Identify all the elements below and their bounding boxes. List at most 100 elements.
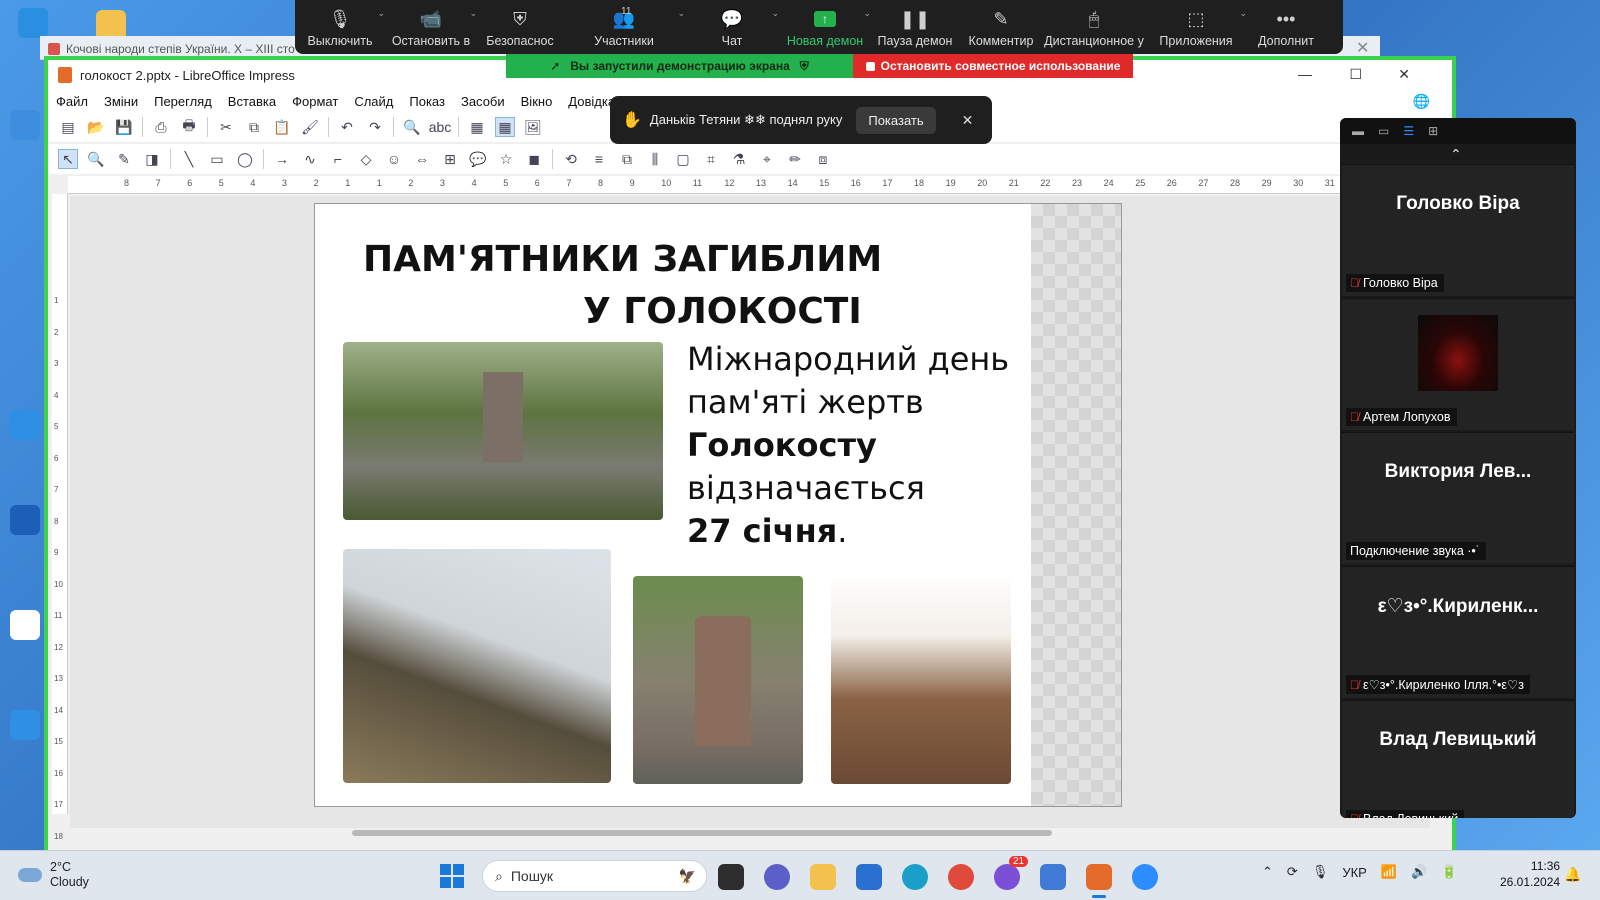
language-indicator[interactable]: УКР [1342,865,1367,880]
sculpture-photo[interactable] [343,549,611,783]
menu-item-file[interactable]: Файл [56,94,88,109]
align-icon[interactable]: ≡ [589,149,609,169]
clone-format-icon[interactable]: 🖌 [300,117,320,137]
menu-item-tools[interactable]: Засоби [461,94,505,109]
weather-widget[interactable]: 2°C Cloudy [18,860,89,890]
more-button[interactable]: ••• Дополнит [1247,0,1325,54]
menu-item-format[interactable]: Формат [292,94,338,109]
menu-item-insert[interactable]: Вставка [228,94,276,109]
line-color-icon[interactable]: ✎ [114,149,134,169]
arrange-icon[interactable]: ⧉ [617,149,637,169]
close-button[interactable]: ✕ [1398,66,1410,83]
participant-tile[interactable]: 🎙̸ Артем Лопухов [1342,298,1574,430]
chevron-down-icon[interactable]: ⌄ [377,8,385,19]
chevron-down-icon[interactable]: ⌄ [771,8,779,19]
app-desktop-icon[interactable] [10,505,40,535]
chevron-up-icon[interactable]: ⌃ [1450,146,1462,163]
spelling-icon[interactable]: abc [429,117,452,137]
wifi-icon[interactable]: 📶 [1381,864,1397,880]
select-icon[interactable]: ↖ [58,149,78,169]
browser-tab[interactable]: Кочові народи степів України. Х – XIII с… [48,40,295,58]
crop-icon[interactable]: ⌗ [701,149,721,169]
menu-item-help[interactable]: Довідка [568,94,615,109]
toggle-extrusion-icon[interactable]: ⧈ [813,149,833,169]
horizontal-scrollbar[interactable] [352,830,1052,836]
mouse-button[interactable]: 🖱 Дистанционное у [1043,0,1145,54]
participant-tile[interactable]: Головко Віра 🎙̸ Головко Віра [1342,164,1574,296]
clock[interactable]: 11:36 26.01.2024 [1500,858,1560,890]
shield-button[interactable]: ⛨ Безопаснос [477,0,563,54]
edge-icon[interactable] [902,864,928,890]
maximize-button[interactable]: ☐ [1349,66,1362,83]
print-icon[interactable]: 🖶 [179,117,199,137]
strip-view-icon[interactable]: ☰ [1403,124,1414,138]
impress-icon[interactable] [1086,864,1112,898]
undo-icon[interactable]: ↶ [337,117,357,137]
redo-icon[interactable]: ↷ [365,117,385,137]
chevron-down-icon[interactable]: ⌄ [1239,8,1247,19]
rectangle-icon[interactable]: ▭ [207,149,227,169]
participant-tile[interactable]: Виктория Лев... Подключение звука ·•˙ [1342,432,1574,564]
app-desktop-icon[interactable] [10,610,40,640]
chevron-down-icon[interactable]: ⌄ [469,8,477,19]
rotate-icon[interactable]: ⟲ [561,149,581,169]
slide-body-text[interactable]: Міжнародний день пам'яті жертв Голокосту… [687,338,1009,553]
curve-icon[interactable]: ∿ [300,149,320,169]
share-screen-button[interactable]: ↑ ⌄ Новая демон [779,0,871,54]
task-view-icon[interactable] [718,864,744,890]
chrome-icon[interactable] [948,864,974,890]
participant-tile[interactable]: ε♡з•°.Кириленк... 🎙̸ ε♡з•°.Кириленко Ілля.… [1342,566,1574,698]
callouts-icon[interactable]: 💬 [468,149,488,169]
menu-item-window[interactable]: Вікно [521,94,553,109]
monument-photo[interactable] [343,342,663,520]
points-icon[interactable]: ⌖ [757,149,777,169]
chevron-down-icon[interactable]: ⌄ [677,8,685,19]
fill-color-icon[interactable]: ◨ [142,149,162,169]
chat-button[interactable]: 💬 ⌄ Чат [685,0,779,54]
notification-bell-icon[interactable]: 🔔 [1564,866,1581,883]
table-icon[interactable]: ▦ [467,117,487,137]
slide-canvas[interactable]: ПАМ'ЯТНИКИ ЗАГИБЛИМ У ГОЛОКОСТІ Міжнарод… [314,203,1122,807]
minimize-view-icon[interactable]: ▬ [1352,124,1364,138]
open-icon[interactable]: 📂 [86,117,106,137]
save-icon[interactable]: 💾 [114,117,134,137]
viber-icon[interactable] [994,864,1020,890]
sync-icon[interactable]: ⟳ [1287,864,1298,880]
writer-icon[interactable] [1040,864,1066,890]
app-desktop-icon[interactable] [10,710,40,740]
pen-button[interactable]: ✎ Комментир [959,0,1043,54]
cut-icon[interactable]: ✂ [216,117,236,137]
apps-button[interactable]: ⬚ ⌄ Приложения [1145,0,1247,54]
microphone-icon[interactable]: 🎙 [1312,864,1329,880]
app-desktop-icon[interactable] [10,410,40,440]
slide-title[interactable]: ПАМ'ЯТНИКИ ЗАГИБЛИМ У ГОЛОКОСТІ [363,234,882,338]
teams-chat-icon[interactable] [764,864,790,890]
line-icon[interactable]: ╲ [179,149,199,169]
start-button[interactable] [440,864,464,888]
file-explorer-icon[interactable] [810,864,836,890]
chevron-up-icon[interactable]: ⌃ [1262,864,1273,880]
bronze-statue-photo[interactable] [831,572,1011,784]
minimize-button[interactable]: — [1298,66,1312,82]
participants-button[interactable]: 👥 11 ⌄ Участники [563,0,685,54]
symbol-shapes-icon[interactable]: ☺ [384,149,404,169]
zoom-icon[interactable] [1132,864,1158,890]
chevron-down-icon[interactable]: ⌄ [863,8,871,19]
speaker-view-icon[interactable]: ▭ [1378,124,1389,138]
show-button[interactable]: Показать [856,106,936,134]
flowchart-icon[interactable]: ⊞ [440,149,460,169]
stop-share-button[interactable]: Остановить совместное использование [853,54,1133,78]
battery-icon[interactable]: 🔋 [1441,864,1457,880]
glue-points-icon[interactable]: ✏ [785,149,805,169]
microphone-button[interactable]: 🎙 ⌄ Выключить [295,0,385,54]
store-icon[interactable] [856,864,882,890]
menu-item-edit[interactable]: Зміни [104,94,138,109]
stars-icon[interactable]: ☆ [496,149,516,169]
distribute-icon[interactable]: ⫼ [645,149,665,169]
export-pdf-icon[interactable]: ⎙ [151,117,171,137]
basic-shapes-icon[interactable]: ◇ [356,149,376,169]
close-icon[interactable]: ✕ [962,112,974,129]
paste-icon[interactable]: 📋 [272,117,292,137]
taskbar-search[interactable]: ⌕ Пошук 🦅 [482,860,707,892]
memorial-stone-photo[interactable] [633,576,803,784]
